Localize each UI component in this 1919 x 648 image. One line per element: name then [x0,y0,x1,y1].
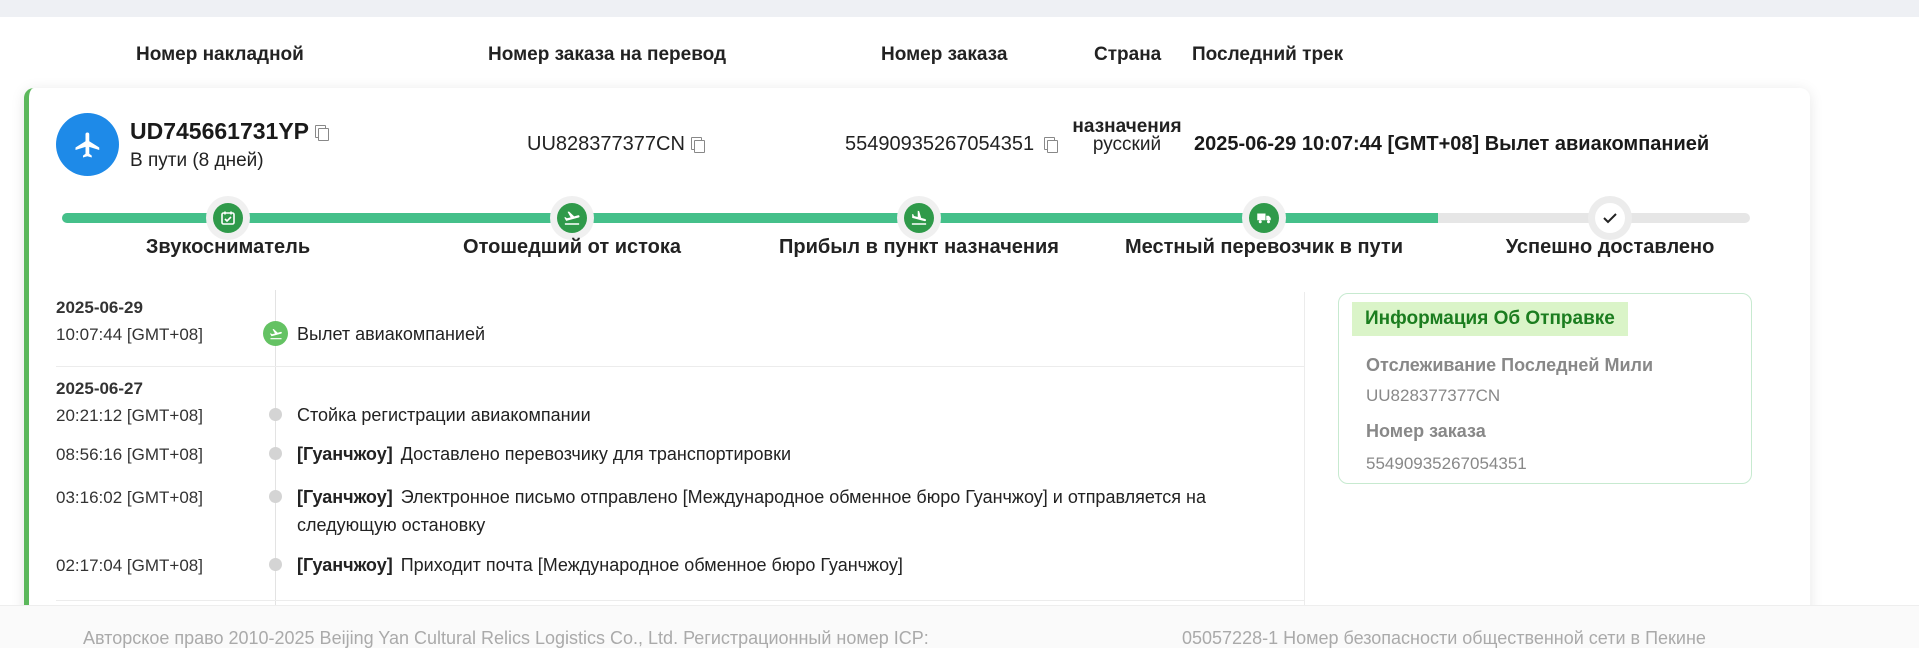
event-text: Доставлено перевозчику для транспортиров… [400,444,792,464]
departure-plane-icon [263,321,288,346]
timeline-date: 2025-06-27 [56,379,143,398]
column-header-order: Номер заказа [881,44,1008,65]
copy-icon[interactable] [690,137,705,154]
event-dot [269,490,282,503]
event-text: Приходит почта [Международное обменное б… [400,555,903,575]
date-separator [56,600,1304,601]
event-entry: [Гуанчжоу] Приходит почта [Международное … [297,551,1257,579]
event-dot [269,408,282,421]
last-mile-label: Отслеживание Последней Мили [1366,355,1654,375]
arrival-plane-icon [897,196,941,240]
event-text: Стойка регистрации авиакомпании [297,405,591,425]
event-entry: [Гуанчжоу] Электронное письмо отправлено … [297,483,1257,539]
transfer-order-number-text: UU828377377CN [527,133,685,155]
departure-plane-icon [550,196,594,240]
column-header-waybill: Номер накладной [136,44,304,65]
step-label-arrived: Прибыл в пункт назначения [779,236,1059,258]
waybill-number-text: UD745661731YP [130,118,310,144]
step-label-delivered: Успешно доставлено [1505,236,1715,258]
step-label-departed: Отошедший от истока [463,236,681,258]
column-header-transfer-order: Номер заказа на перевод [488,44,727,65]
transfer-order-number: UU828377377CN [527,133,705,156]
info-panel-title: Информация Об Отправке [1352,302,1628,336]
event-time: 08:56:16 [GMT+08] [56,445,203,464]
destination-value: русский [1092,134,1162,155]
event-location: [Гуанчжоу] [297,555,393,575]
info-order-value: 55490935267054351 [1366,454,1527,473]
info-order-label: Номер заказа [1366,421,1486,441]
pickup-icon [206,196,250,240]
event-dot [269,447,282,460]
event-text: Электронное письмо отправлено [Междунаро… [297,487,1207,535]
event-text: Вылет авиакомпанией [297,324,486,344]
waybill-number: UD745661731YP [130,118,330,145]
column-header-country: Страна [1094,44,1162,65]
event-dot [269,558,282,571]
copy-icon[interactable] [315,125,330,142]
last-track-event: 2025-06-29 10:07:44 [GMT+08] Вылет авиак… [1194,133,1710,155]
step-label-local-carrier: Местный перевозчик в пути [1124,236,1404,258]
step-label-pickup: Звукосниматель [145,236,311,258]
event-time: 02:17:04 [GMT+08] [56,556,203,575]
timeline-date: 2025-06-29 [56,298,143,317]
last-mile-value: UU828377377CN [1366,386,1501,405]
delivery-truck-icon [1242,196,1286,240]
footer-security-number: 05057228-1 Номер безопасности общественн… [1182,628,1706,648]
footer-copyright: Авторское право 2010-2025 Beijing Yan Cu… [83,628,929,648]
checkmark-icon [1588,196,1632,240]
progress-fill [62,213,1438,223]
event-entry: [Гуанчжоу] Доставлено перевозчику для тра… [297,440,1257,468]
top-band [0,0,1919,17]
event-time: 20:21:12 [GMT+08] [56,406,203,425]
airplane-icon [56,113,119,176]
order-number: 55490935267054351 [845,133,1059,156]
column-header-last-track: Последний трек [1192,44,1344,65]
timeline-divider [1304,292,1305,607]
order-number-text: 55490935267054351 [845,133,1035,155]
copy-icon[interactable] [1044,137,1059,154]
destination-country: назначения русский [1070,117,1184,155]
date-separator [56,366,1304,367]
shipment-status: В пути (8 дней) [130,150,264,171]
event-location: [Гуанчжоу] [297,444,393,464]
event-time: 03:16:02 [GMT+08] [56,488,203,507]
event-location: [Гуанчжоу] [297,487,393,507]
event-time: 10:07:44 [GMT+08] [56,325,203,344]
